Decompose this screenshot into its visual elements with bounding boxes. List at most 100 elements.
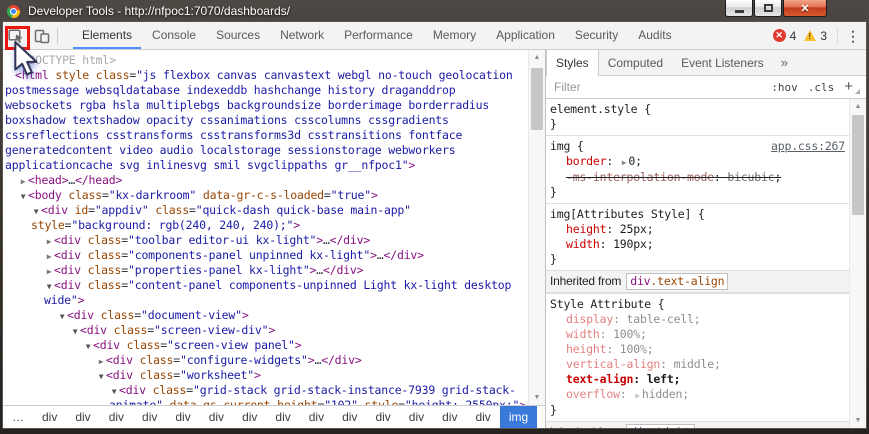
expand-value-arrow-icon[interactable]: ▶ bbox=[633, 391, 642, 400]
sidebar-tab-event-listeners[interactable]: Event Listeners bbox=[672, 50, 773, 75]
breadcrumb-item-div[interactable]: div bbox=[133, 406, 166, 428]
tab-elements[interactable]: Elements bbox=[72, 22, 142, 49]
sidebar-tab-computed[interactable]: Computed bbox=[599, 50, 672, 75]
tab-sources[interactable]: Sources bbox=[206, 22, 270, 49]
dom-tree-line[interactable]: ▶<div class="configure-widgets">…</div> bbox=[3, 353, 528, 368]
error-count[interactable]: 4 bbox=[790, 29, 797, 43]
dom-tree-line[interactable]: ▼<div class="worksheet"> bbox=[3, 368, 528, 383]
styles-scrollbar[interactable]: ▲ ▼ bbox=[849, 99, 866, 428]
devtools-window: Developer Tools - http://nfpoc1:7070/das… bbox=[0, 0, 869, 434]
css-property--ms-interpolation-mode[interactable]: -ms-interpolation-mode: bicubic; bbox=[550, 170, 845, 185]
dom-tree-line[interactable]: ▶<div class="toolbar editor-ui kx-light"… bbox=[3, 233, 528, 248]
collapse-arrow-icon[interactable]: ▼ bbox=[70, 324, 80, 339]
tab-application[interactable]: Application bbox=[486, 22, 565, 49]
breadcrumb-item-div[interactable]: div bbox=[433, 406, 466, 428]
dom-tree-line[interactable]: ▶<div class="components-panel unpinned k… bbox=[3, 248, 528, 263]
dom-tree-line[interactable]: ▼<div class="screen-view panel"> bbox=[3, 338, 528, 353]
tab-network[interactable]: Network bbox=[270, 22, 334, 49]
tab-audits[interactable]: Audits bbox=[628, 22, 681, 49]
stylesheet-link[interactable]: app.css:267 bbox=[771, 139, 845, 154]
dom-tree-line[interactable]: ▼<div class="screen-view-div"> bbox=[3, 323, 528, 338]
devtools-app: ElementsConsoleSourcesNetworkPerformance… bbox=[3, 22, 866, 428]
minimize-button[interactable] bbox=[725, 0, 753, 17]
scroll-down-arrow[interactable]: ▼ bbox=[529, 390, 545, 405]
collapse-arrow-icon[interactable]: ▼ bbox=[109, 384, 119, 399]
dom-tree-line[interactable]: ▼<body class="kx-darkroom" data-gr-c-s-l… bbox=[3, 188, 528, 203]
tab-security[interactable]: Security bbox=[565, 22, 628, 49]
toggle-class-button[interactable]: .cls bbox=[808, 81, 835, 94]
collapse-arrow-icon[interactable]: ▼ bbox=[83, 339, 93, 354]
dom-tree-line[interactable]: ▼<div class="document-view"> bbox=[3, 308, 528, 323]
breadcrumb-item-div[interactable]: div bbox=[233, 406, 266, 428]
css-property-height[interactable]: height: 100%; bbox=[550, 342, 845, 357]
close-button[interactable]: ✕ bbox=[783, 0, 827, 17]
toggle-hover-state-button[interactable]: :hov bbox=[771, 81, 798, 94]
node-link-div-text-align[interactable]: div.text-align bbox=[626, 273, 728, 290]
new-style-rule-button[interactable]: + bbox=[844, 80, 853, 94]
breadcrumb-item-img[interactable]: img bbox=[500, 406, 537, 428]
breadcrumb-item-div[interactable]: div bbox=[400, 406, 433, 428]
rule-selector[interactable]: Style Attribute { bbox=[550, 297, 664, 311]
breadcrumb-item-div[interactable]: div bbox=[333, 406, 366, 428]
dom-tree-line[interactable]: ▼<div class="grid-stack grid-stack-insta… bbox=[3, 383, 528, 405]
rule-selector[interactable]: img { bbox=[550, 139, 584, 153]
css-property-vertical-align[interactable]: vertical-align: middle; bbox=[550, 357, 845, 372]
scroll-up-arrow[interactable]: ▲ bbox=[529, 50, 545, 65]
dom-tree-line[interactable]: <html style class="js flexbox canvas can… bbox=[3, 68, 528, 173]
dom-tree-line[interactable]: <!DOCTYPE html> bbox=[3, 53, 528, 68]
dom-tree-line[interactable]: ▼<div id="appdiv" class="quick-dash quic… bbox=[3, 203, 528, 233]
breadcrumb-item--[interactable]: … bbox=[3, 406, 33, 428]
warning-count[interactable]: 3 bbox=[820, 29, 827, 43]
css-property-border[interactable]: border: ▶0; bbox=[550, 154, 845, 170]
expand-arrow-icon[interactable]: ▶ bbox=[18, 174, 28, 189]
css-property-display[interactable]: display: table-cell; bbox=[550, 312, 845, 327]
breadcrumb-item-div[interactable]: div bbox=[66, 406, 99, 428]
tab-console[interactable]: Console bbox=[142, 22, 206, 49]
collapse-arrow-icon[interactable]: ▼ bbox=[57, 309, 67, 324]
expand-arrow-icon[interactable]: ▶ bbox=[44, 234, 54, 249]
scroll-up-arrow[interactable]: ▲ bbox=[850, 99, 866, 114]
sidebar-tabs-overflow-icon[interactable]: » bbox=[773, 50, 796, 75]
breadcrumb-item-div[interactable]: div bbox=[200, 406, 233, 428]
title-bar[interactable]: Developer Tools - http://nfpoc1:7070/das… bbox=[0, 0, 869, 22]
maximize-button[interactable] bbox=[754, 0, 782, 17]
tab-memory[interactable]: Memory bbox=[423, 22, 486, 49]
scrollbar-thumb[interactable] bbox=[531, 68, 543, 130]
css-property-height[interactable]: height: 25px; bbox=[550, 222, 845, 237]
expand-arrow-icon[interactable]: ▶ bbox=[96, 354, 106, 369]
breadcrumb-item-div[interactable]: div bbox=[300, 406, 333, 428]
breadcrumb-item-div[interactable]: div bbox=[100, 406, 133, 428]
sidebar-tab-styles[interactable]: Styles bbox=[546, 50, 599, 75]
expand-arrow-icon[interactable]: ▶ bbox=[44, 264, 54, 279]
css-property-overflow[interactable]: overflow: ▶hidden; bbox=[550, 387, 845, 403]
kebab-menu-icon[interactable]: ⋮ bbox=[837, 28, 860, 44]
css-property-text-align[interactable]: text-align: left; bbox=[550, 372, 845, 387]
scrollbar-thumb[interactable] bbox=[852, 115, 864, 215]
dom-tree-line[interactable]: ▶<div class="properties-panel kx-light">… bbox=[3, 263, 528, 278]
scroll-down-arrow[interactable]: ▼ bbox=[850, 413, 866, 428]
dom-tree-line[interactable]: ▼<div class="content-panel components-un… bbox=[3, 278, 528, 308]
warning-icon[interactable] bbox=[804, 30, 816, 41]
breadcrumb-item-div[interactable]: div bbox=[366, 406, 399, 428]
collapse-arrow-icon[interactable]: ▼ bbox=[18, 189, 28, 204]
dom-tree-scrollbar[interactable]: ▲ ▼ bbox=[528, 50, 545, 405]
breadcrumb-item-div[interactable]: div bbox=[466, 406, 499, 428]
tab-performance[interactable]: Performance bbox=[334, 22, 423, 49]
collapse-arrow-icon[interactable]: ▼ bbox=[96, 369, 106, 384]
expand-arrow-icon[interactable]: ▶ bbox=[44, 249, 54, 264]
minimize-icon bbox=[735, 10, 744, 13]
breadcrumb-item-div[interactable]: div bbox=[33, 406, 66, 428]
collapse-arrow-icon[interactable]: ▼ bbox=[31, 204, 41, 219]
breadcrumb-item-div[interactable]: div bbox=[166, 406, 199, 428]
styles-filter-input[interactable] bbox=[552, 79, 761, 95]
dom-tree-line[interactable]: ▶<head>…</head> bbox=[3, 173, 528, 188]
rule-selector[interactable]: element.style { bbox=[550, 102, 651, 116]
rule-selector[interactable]: img[Attributes Style] { bbox=[550, 207, 705, 221]
inherited-from-header: Inherited fromdiv.Light bbox=[546, 421, 849, 428]
collapse-arrow-icon[interactable]: ▼ bbox=[44, 279, 54, 294]
breadcrumb-item-div[interactable]: div bbox=[266, 406, 299, 428]
css-property-width[interactable]: width: 100%; bbox=[550, 327, 845, 342]
css-property-width[interactable]: width: 190px; bbox=[550, 237, 845, 252]
node-link-div-light[interactable]: div.Light bbox=[626, 424, 695, 428]
error-icon[interactable]: ✕ bbox=[773, 29, 786, 42]
